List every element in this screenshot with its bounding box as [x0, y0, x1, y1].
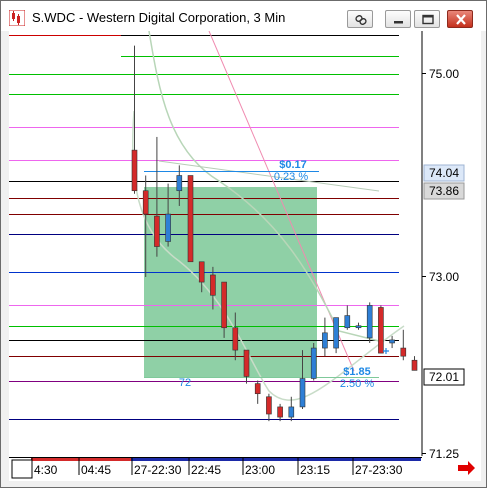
price-tick-label: 75.00 [429, 67, 459, 81]
chart-window: S.WDC - Western Digital Corporation, 3 M… [0, 0, 487, 488]
candle-body [310, 347, 317, 379]
title-bar[interactable]: S.WDC - Western Digital Corporation, 3 M… [1, 1, 486, 31]
price-tick-label: 71.25 [429, 447, 459, 461]
candle-body [322, 332, 328, 349]
time-label: 22:45 [191, 463, 221, 477]
maximize-icon [422, 14, 434, 25]
price-marker-label: 72.01 [429, 370, 459, 384]
candle-body [142, 190, 149, 215]
candle-body [221, 281, 227, 329]
candle-body [344, 315, 351, 329]
time-label: 27-23:30 [355, 463, 403, 477]
measure-label: $1.85 [343, 366, 371, 378]
candle-body [198, 261, 205, 283]
chart-area[interactable]: $0.17 0.23 % $1.85 2.50 % 72 75.00 73.00 71.25 7… [9, 31, 481, 481]
maximize-button[interactable] [414, 10, 440, 28]
time-label: 4:30 [34, 463, 58, 477]
candle-body [378, 307, 384, 354]
candle-body [165, 213, 171, 242]
link-button[interactable] [347, 10, 373, 28]
candle-body [333, 317, 339, 349]
time-label: 23:00 [245, 463, 275, 477]
price-marker-label: 73.86 [429, 184, 459, 198]
price-tick-label: 73.00 [429, 270, 459, 284]
window-title: S.WDC - Western Digital Corporation, 3 M… [32, 10, 286, 25]
candle-body [243, 349, 250, 377]
candle-body [187, 175, 194, 263]
candle-body [254, 383, 261, 395]
candle-body [210, 274, 216, 296]
measure-label: 2.50 % [340, 378, 374, 390]
candle-body [299, 378, 306, 408]
measure-label: 72 [179, 377, 191, 389]
time-axis-box [11, 459, 33, 479]
session-bar-red [31, 458, 131, 461]
candle-body [400, 347, 407, 357]
price-marker-label: 74.04 [429, 166, 459, 180]
session-bar-blue [131, 458, 421, 461]
candle-body [355, 325, 362, 329]
candlestick-chart[interactable]: $0.170.23 % $1.852.50 % 72 75.00 73.00 71.25 7… [9, 31, 481, 481]
minimize-icon [394, 21, 403, 24]
measure-label: $0.17 [279, 159, 307, 171]
time-label: 04:45 [81, 463, 111, 477]
time-label: 23:15 [300, 463, 330, 477]
candle-body [266, 396, 272, 415]
close-icon [456, 14, 466, 25]
link-icon [355, 15, 367, 25]
candle-body [389, 339, 395, 344]
candle-body [131, 149, 138, 192]
candle-body [176, 175, 183, 192]
measure-label: 0.23 % [274, 171, 308, 183]
candle-body [154, 215, 160, 247]
time-label: 27-22:30 [134, 463, 182, 477]
minimize-button[interactable] [385, 10, 411, 28]
candle-body [411, 359, 418, 371]
close-button[interactable] [447, 10, 473, 28]
app-icon [9, 10, 25, 26]
candle-body [288, 406, 295, 418]
candle-body [232, 327, 239, 351]
candle-body [366, 305, 373, 339]
candle-body [277, 406, 283, 418]
